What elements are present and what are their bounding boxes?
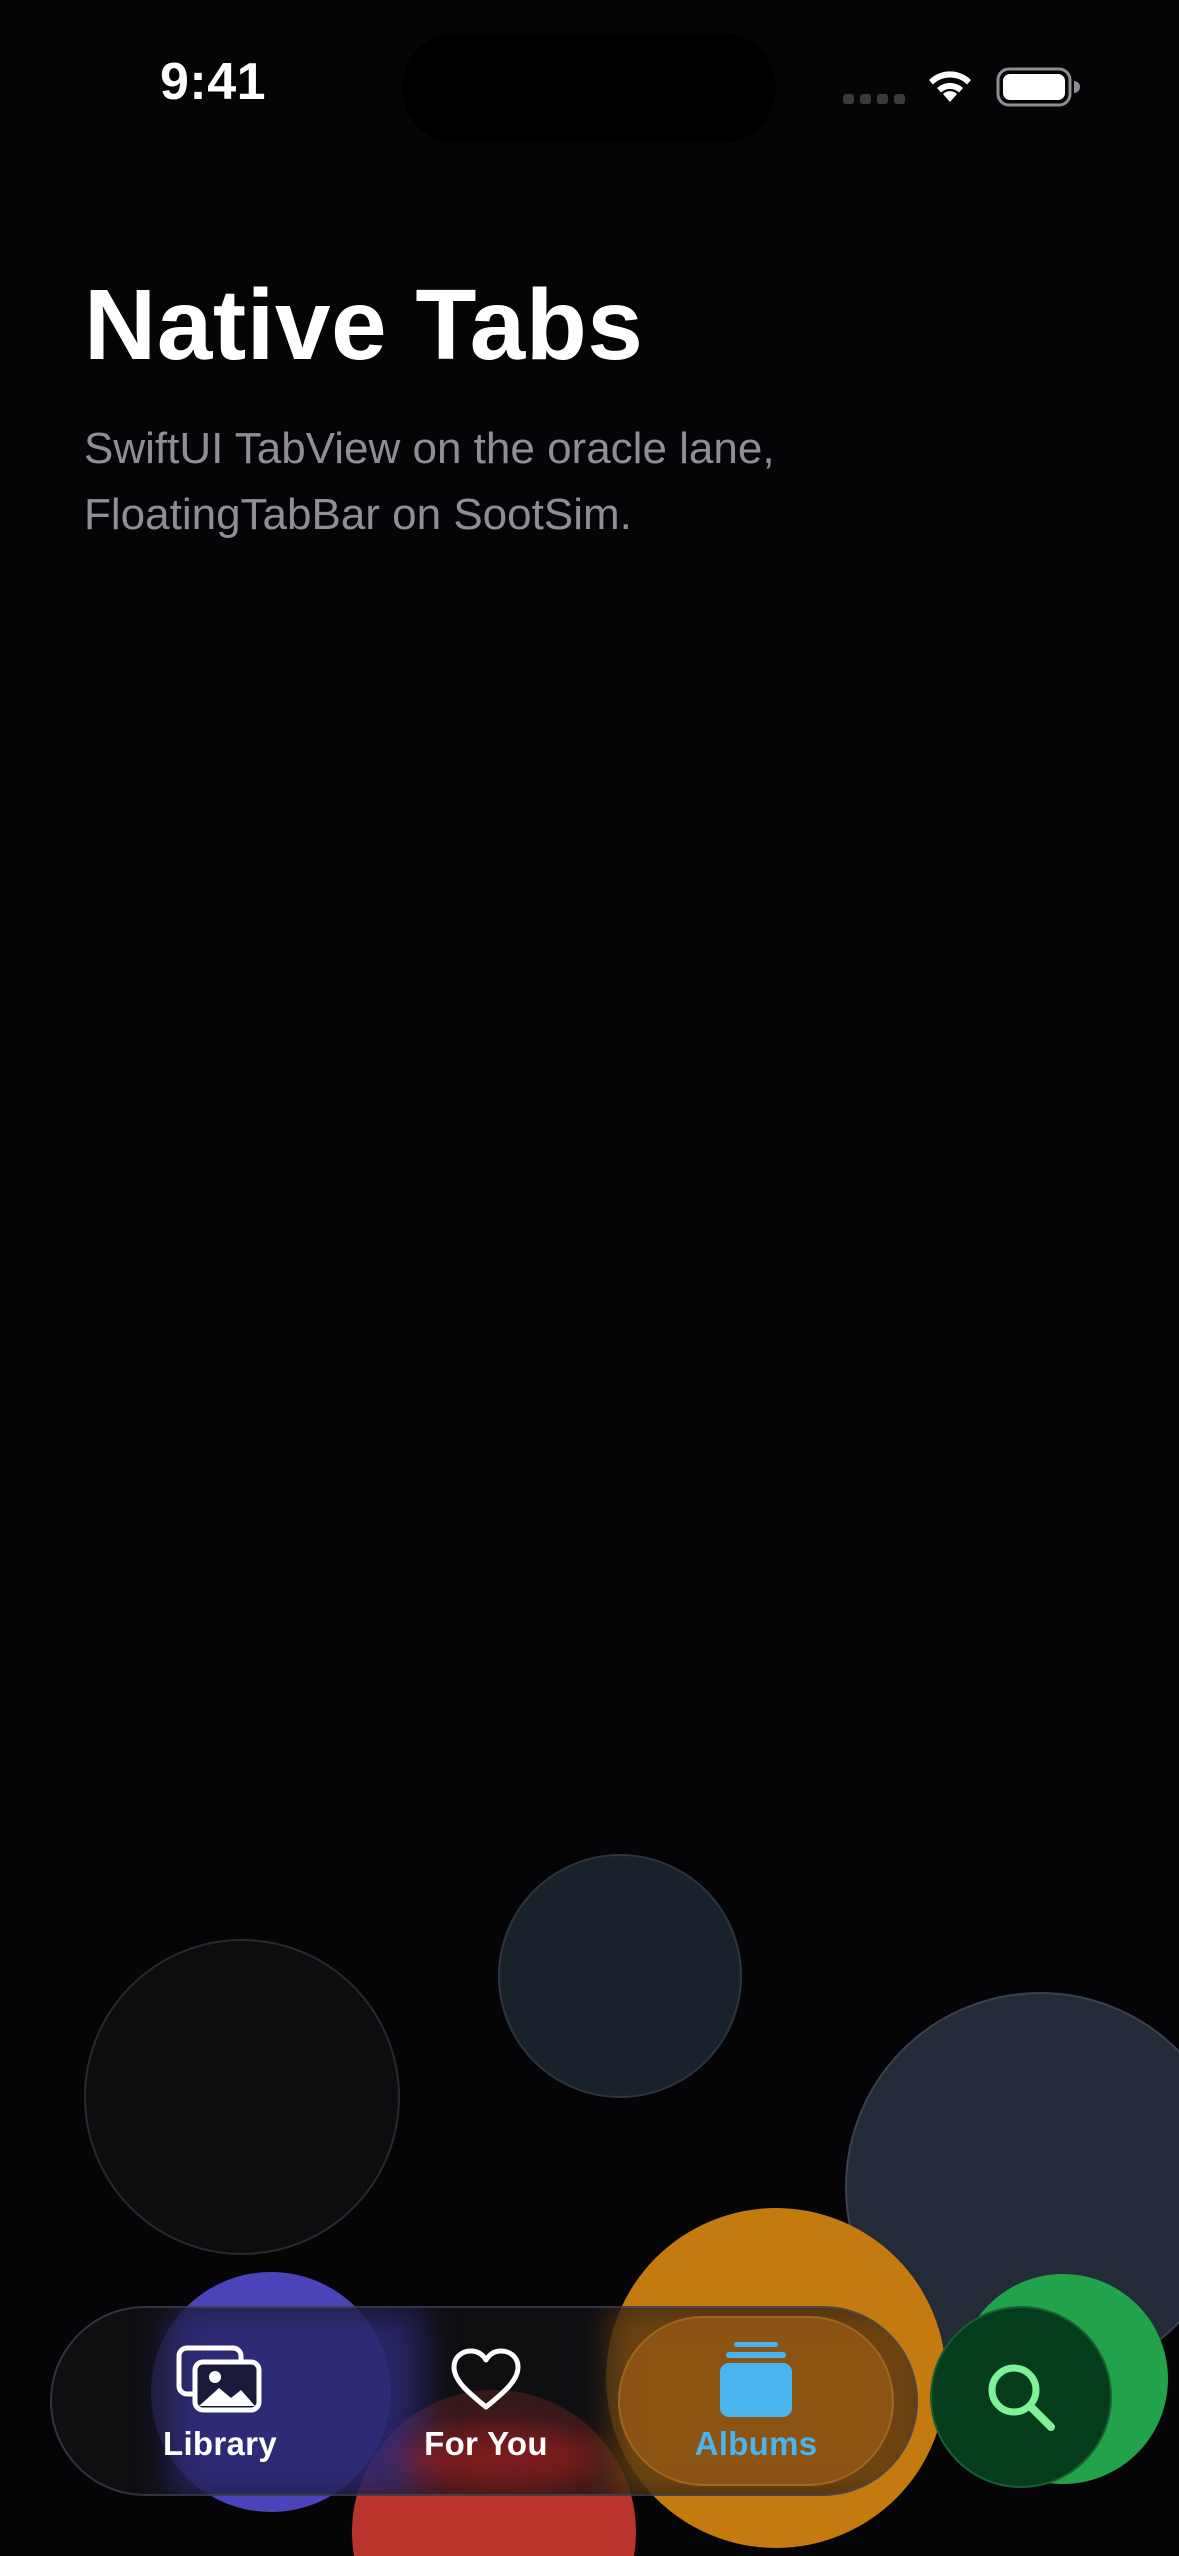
page-subtitle: SwiftUI TabView on the oracle lane, Floa… — [84, 424, 775, 539]
wifi-icon — [929, 71, 971, 102]
signal-dots-icon — [843, 94, 905, 104]
photos-icon — [174, 2343, 266, 2417]
tab-albums[interactable]: Albums — [636, 2308, 876, 2494]
tab-library[interactable]: Library — [100, 2308, 340, 2494]
albums-stack-icon — [710, 2342, 802, 2417]
tab-for-you-label: For You — [424, 2425, 548, 2462]
status-time: 9:41 — [160, 53, 267, 111]
tab-library-label: Library — [163, 2425, 277, 2462]
app-screen: 9:41 Native Tabs SwiftUI TabView on the … — [0, 0, 1179, 2556]
floating-tab-bar: Library For You Albums — [50, 2306, 918, 2496]
search-button[interactable] — [930, 2306, 1112, 2488]
decorative-circle — [84, 1939, 400, 2255]
battery-icon — [996, 67, 1080, 107]
tab-albums-label: Albums — [694, 2425, 818, 2462]
dynamic-island — [402, 33, 776, 143]
search-icon — [988, 2364, 1055, 2431]
page-title: Native Tabs — [84, 269, 644, 381]
tab-for-you[interactable]: For You — [366, 2308, 606, 2494]
decorative-circle — [498, 1854, 742, 2098]
heart-icon — [440, 2343, 532, 2417]
